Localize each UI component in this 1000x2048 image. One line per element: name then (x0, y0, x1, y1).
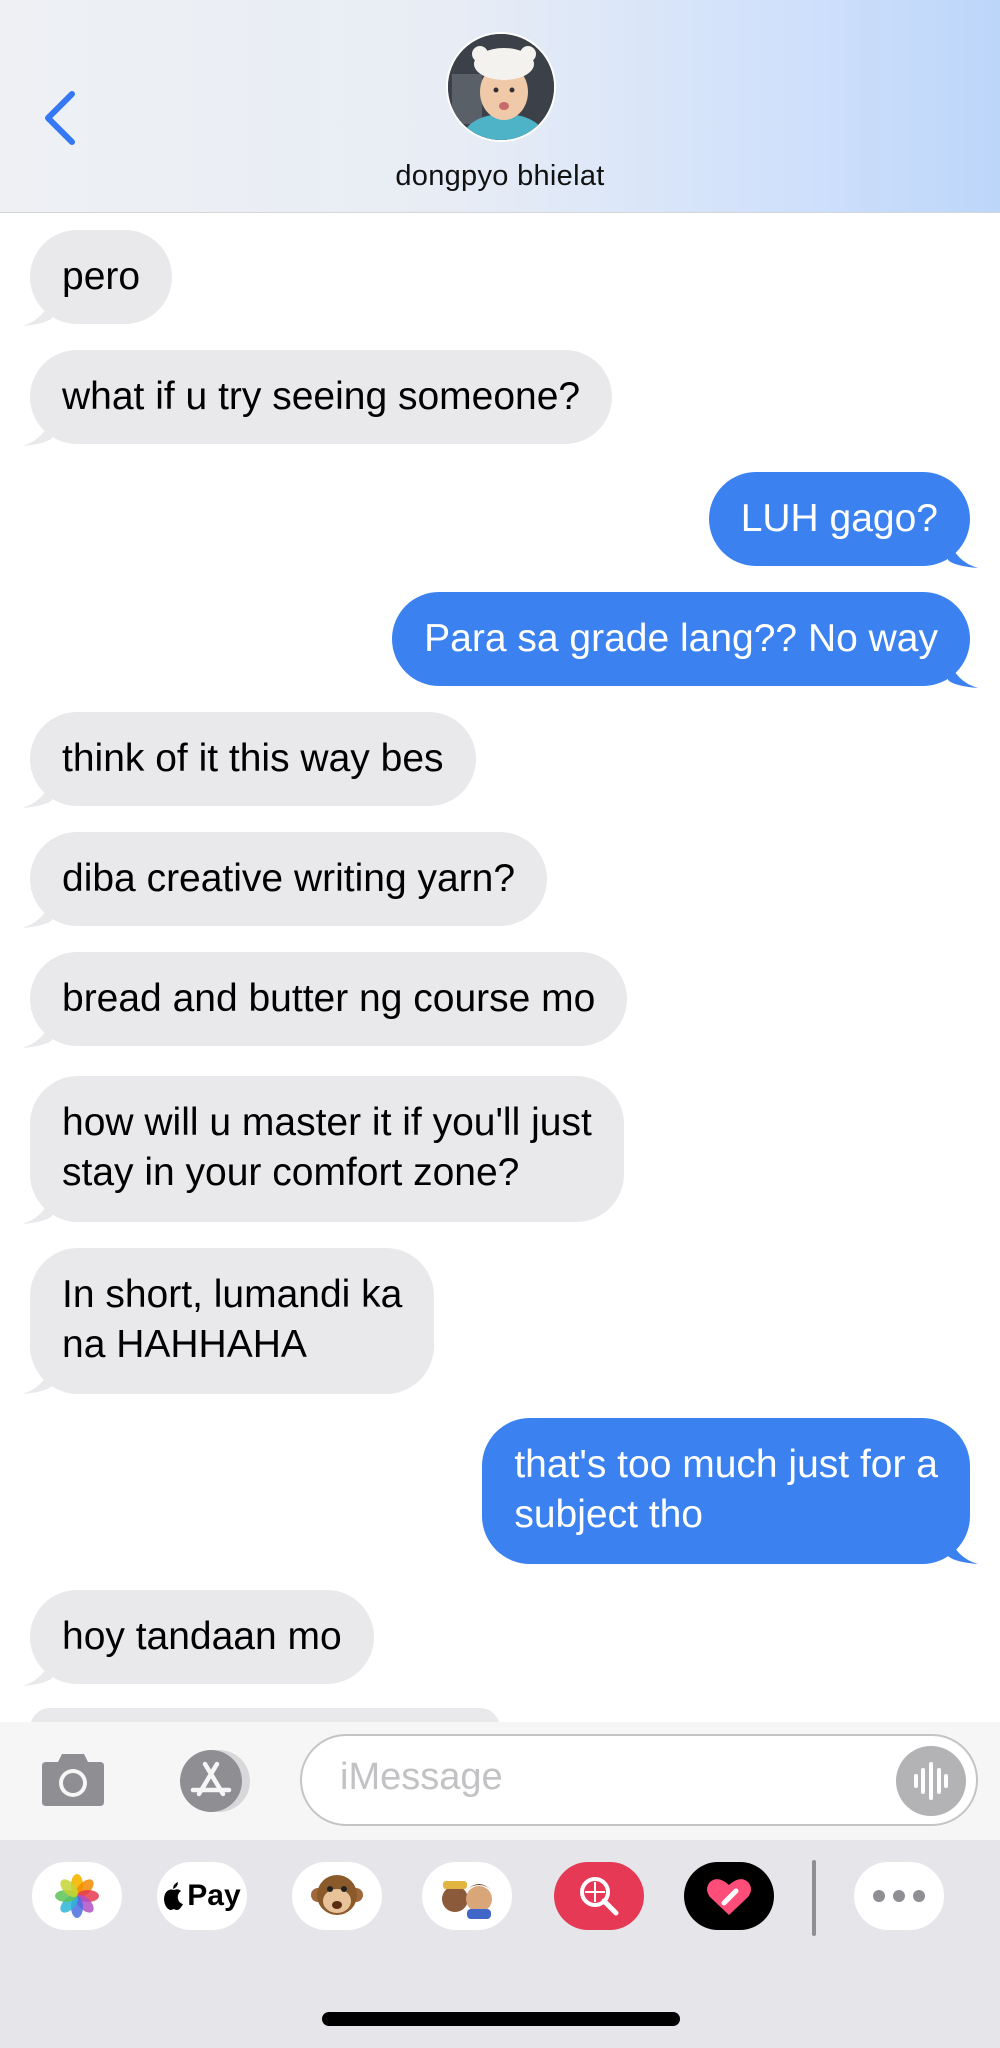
message-text: na HAHHAHA (62, 1323, 307, 1366)
digital-touch-icon (707, 1879, 751, 1915)
message-text: subject tho (514, 1493, 703, 1536)
back-button[interactable] (40, 88, 84, 148)
message-text: think of it this way bes (62, 737, 444, 780)
message-text: hoy tandaan mo (62, 1615, 342, 1658)
message-bubble-incoming[interactable]: think of it this way bes (30, 712, 476, 806)
message-bubble-incoming[interactable]: how will u master it if you'll just stay… (30, 1076, 624, 1222)
message-text: pero (62, 255, 141, 298)
message-text: that's too much just for a (514, 1443, 938, 1486)
more-apps-button[interactable] (854, 1862, 944, 1930)
message-bubble-incoming[interactable]: pero (30, 230, 173, 324)
message-bubble-outgoing[interactable]: that's too much just for a subject tho (482, 1418, 970, 1564)
message-text: LUH gago? (740, 497, 938, 540)
message-text: stay in your comfort zone? (62, 1151, 520, 1194)
message-bubble-incoming[interactable]: bread and butter ng course mo (30, 952, 628, 1046)
message-bubble-incoming[interactable]: what if u try seeing someone? (30, 350, 613, 444)
message-text: bread and butter ng course mo (62, 977, 596, 1020)
waveform-icon (914, 1762, 948, 1800)
audio-message-button[interactable] (896, 1746, 966, 1816)
message-text: In short, lumandi ka (62, 1273, 403, 1316)
digital-touch-button[interactable] (684, 1862, 774, 1930)
message-text: diba creative writing yarn? (62, 857, 516, 900)
apple-logo-icon (164, 1882, 184, 1910)
image-search-icon (580, 1877, 619, 1916)
drawer-divider (812, 1860, 816, 1936)
message-bubble-outgoing[interactable]: Para sa grade lang?? No way (392, 592, 970, 686)
memoji-stickers-button[interactable] (422, 1862, 512, 1930)
home-indicator[interactable] (322, 2012, 680, 2026)
message-bubble-outgoing[interactable]: LUH gago? (708, 472, 970, 566)
contact-name[interactable]: dongpyo bhielat (0, 160, 1000, 193)
photos-app-button[interactable] (32, 1862, 122, 1930)
app-store-button[interactable] (167, 1748, 257, 1814)
image-search-button[interactable] (554, 1862, 644, 1930)
apple-pay-button[interactable]: Pay (157, 1862, 247, 1930)
camera-icon (42, 1754, 104, 1806)
message-bubble-incoming[interactable]: hoy tandaan mo (30, 1590, 374, 1684)
message-bubble-incoming[interactable]: In short, lumandi ka na HAHHAHA (30, 1248, 435, 1394)
more-icon (873, 1890, 925, 1902)
memoji-stickers-icon (442, 1881, 492, 1919)
contact-avatar[interactable] (446, 32, 556, 142)
message-bubble-incoming[interactable]: diba creative writing yarn? (30, 832, 548, 926)
app-store-icon (180, 1750, 250, 1812)
animoji-button[interactable] (292, 1862, 382, 1930)
message-text: what if u try seeing someone? (62, 375, 581, 418)
camera-button[interactable] (40, 1748, 106, 1810)
message-text: Para sa grade lang?? No way (424, 617, 938, 660)
message-text: how will u master it if you'll just (62, 1101, 592, 1144)
apple-pay-label: Pay (187, 1879, 241, 1912)
monkey-memoji-icon (311, 1875, 363, 1915)
message-input-placeholder: iMessage (340, 1756, 503, 1798)
chevron-left-icon (45, 91, 75, 145)
photos-icon (55, 1874, 99, 1918)
